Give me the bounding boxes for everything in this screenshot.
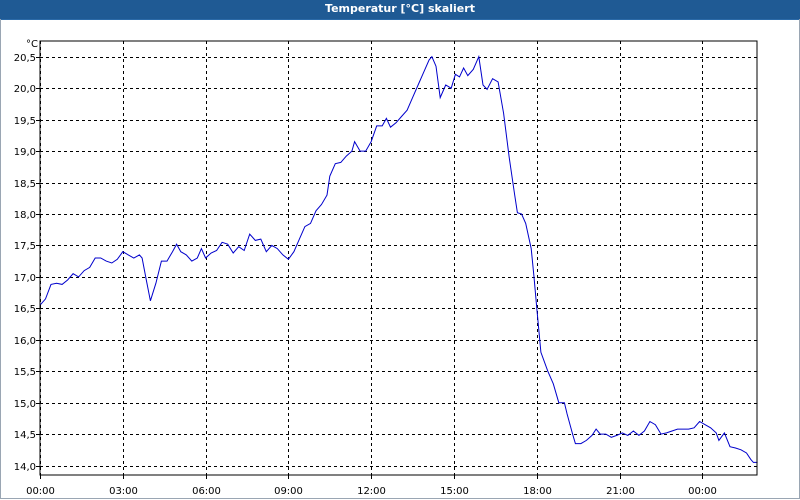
y-tick-label: 17,0 <box>14 273 36 284</box>
x-tick-time-label: 21:00 <box>606 486 635 497</box>
x-tick-time-label: 12:00 <box>357 486 386 497</box>
y-tick-label: 20,5 <box>14 53 36 64</box>
x-tick-time-label: 06:00 <box>192 486 221 497</box>
x-tick-time-label: 09:00 <box>274 486 303 497</box>
y-tick-label: 17,5 <box>14 241 36 252</box>
x-axis-ticks: 00:0019.08.2603:0019.08.2606:0019.08.260… <box>26 475 717 497</box>
y-tick-label: 15,0 <box>14 399 36 410</box>
y-tick-label: 19,5 <box>14 116 36 127</box>
y-axis-ticks: 14,0 14,5 15,0 15,5 16,0 16,5 17,0 17,5 18,0 18,5… <box>14 53 40 473</box>
grid <box>40 41 757 475</box>
temperature-series-line <box>39 54 758 463</box>
y-tick-label: 18,5 <box>14 179 36 190</box>
y-tick-label: 16,5 <box>14 304 36 315</box>
y-tick-label: 15,5 <box>14 367 36 378</box>
plot-area-border <box>39 40 758 476</box>
y-tick-label: 20,0 <box>14 84 36 95</box>
x-tick-time-label: 00:00 <box>688 486 717 497</box>
y-tick-label: 14,5 <box>14 430 36 441</box>
series-group <box>39 54 758 463</box>
x-tick-time-label: 18:00 <box>523 486 552 497</box>
chart-title: Temperatur [°C] skaliert <box>0 0 800 20</box>
x-tick-time-label: 15:00 <box>440 486 469 497</box>
y-tick-label: 19,0 <box>14 147 36 158</box>
temperature-chart: °C 14,014,515,015,516,016,517,017,518,01… <box>14 39 758 497</box>
y-tick-label: 18,0 <box>14 210 36 221</box>
y-tick-label: 14,0 <box>14 462 36 473</box>
y-unit-label: °C <box>26 39 38 50</box>
x-tick-time-label: 00:00 <box>26 486 55 497</box>
y-tick-label: 16,0 <box>14 336 36 347</box>
x-tick-time-label: 03:00 <box>109 486 138 497</box>
